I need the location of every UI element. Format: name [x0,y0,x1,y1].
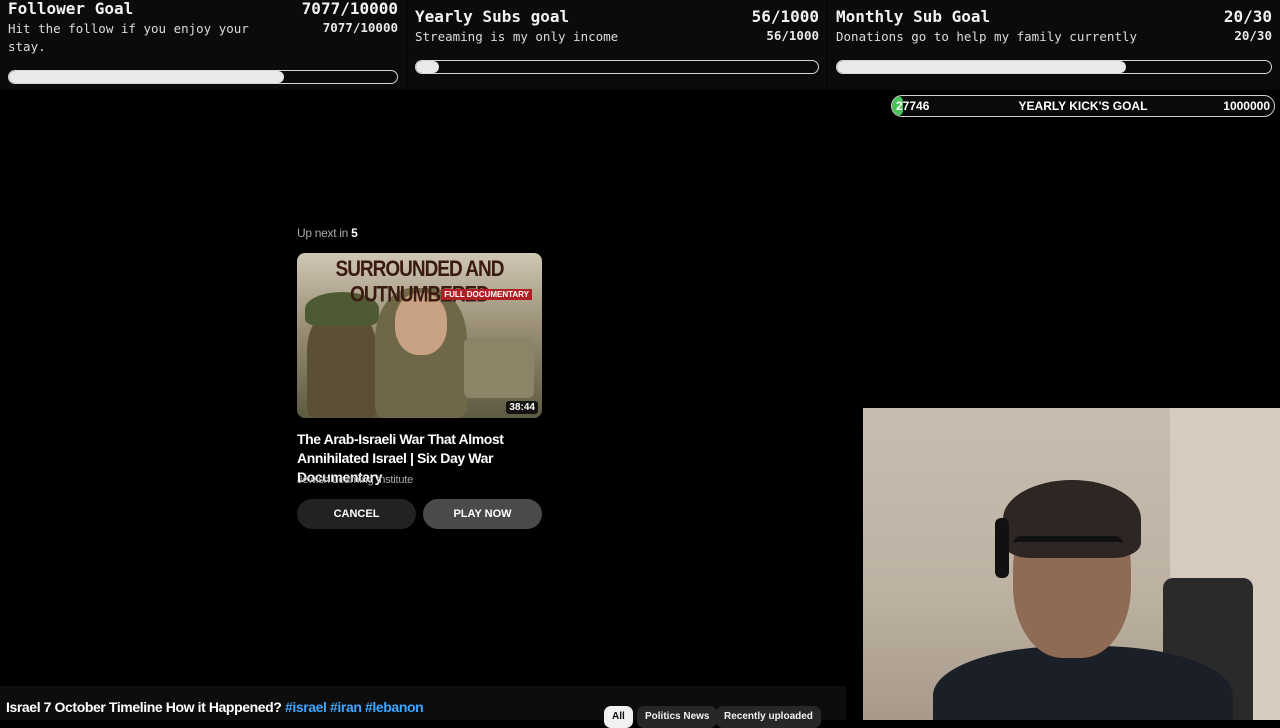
yearly-subs-goal-description: Streaming is my only income [415,29,619,44]
thumbnail-headline: SURROUNDED AND OUTNUMBERED [335,257,505,308]
follower-goal-count: 7077/10000 [301,0,398,18]
up-next-countdown: 5 [351,226,358,240]
filter-chip-all[interactable]: All [604,706,633,728]
yearly-subs-goal-widget: Yearly Subs goal 56/1000 Streaming is my… [407,0,827,90]
thumbnail-badge: FULL DOCUMENTARY [441,289,532,300]
next-video-channel[interactable]: Jewish Learning Institute [297,474,413,486]
hashtag-link[interactable]: #iran [330,699,362,715]
yearly-subs-goal-progress-bar [415,60,819,74]
webcam-headset [995,518,1009,578]
thumbnail-tank [464,338,534,398]
up-next-label: Up next in 5 [297,226,542,240]
play-now-button[interactable]: PLAY NOW [423,499,542,529]
up-next-endscreen: Up next in 5 SURROUNDED AND OUTNUMBERED … [297,226,542,529]
monthly-sub-goal-count-small: 20/30 [1234,28,1272,43]
video-title: Israel 7 October Timeline How it Happene… [6,699,424,715]
monthly-sub-goal-progress-fill [837,61,1127,73]
video-info-bar: Israel 7 October Timeline How it Happene… [0,686,846,728]
monthly-sub-goal-progress-bar [836,60,1272,74]
yearly-subs-goal-count: 56/1000 [751,7,819,26]
hashtag-link[interactable]: #israel [285,699,327,715]
follower-goal-progress-bar [8,70,398,84]
yearly-subs-goal-progress-fill [416,61,439,73]
yearly-subs-goal-count-small: 56/1000 [766,28,819,43]
up-next-prefix: Up next in [297,226,349,240]
monthly-sub-goal-widget: Monthly Sub Goal 20/30 Donations go to h… [828,0,1280,90]
monthly-sub-goal-count: 20/30 [1223,7,1272,26]
follower-goal-title: Follower Goal [8,0,134,18]
follower-goal-description: Hit the follow if you enjoy your stay. [8,21,249,54]
filter-chip-politics-news[interactable]: Politics News [637,706,718,728]
thumbnail-duration: 38:44 [506,401,538,414]
video-title-text: Israel 7 October Timeline How it Happene… [6,699,282,715]
cancel-button[interactable]: CANCEL [297,499,416,529]
next-video-thumbnail[interactable]: SURROUNDED AND OUTNUMBERED FULL DOCUMENT… [297,253,542,418]
monthly-sub-goal-title: Monthly Sub Goal [836,7,991,26]
yearly-kicks-goal-bar: 27746 YEARLY KICK'S GOAL 1000000 [891,95,1275,117]
kicks-goal-target: 1000000 [1223,99,1270,113]
webcam-glasses [1013,536,1123,560]
kicks-goal-title: YEARLY KICK'S GOAL [1018,99,1148,113]
webcam-feed [863,408,1280,720]
hashtag-link[interactable]: #lebanon [365,699,424,715]
follower-goal-progress-fill [9,71,284,83]
follower-goal-count-small: 7077/10000 [322,20,398,35]
filter-chip-recently-uploaded[interactable]: Recently uploaded [716,706,821,728]
follower-goal-widget: Follower Goal 7077/10000 Hit the follow … [0,0,406,90]
monthly-sub-goal-description: Donations go to help my family currently [836,29,1138,44]
yearly-subs-goal-title: Yearly Subs goal [415,7,570,26]
